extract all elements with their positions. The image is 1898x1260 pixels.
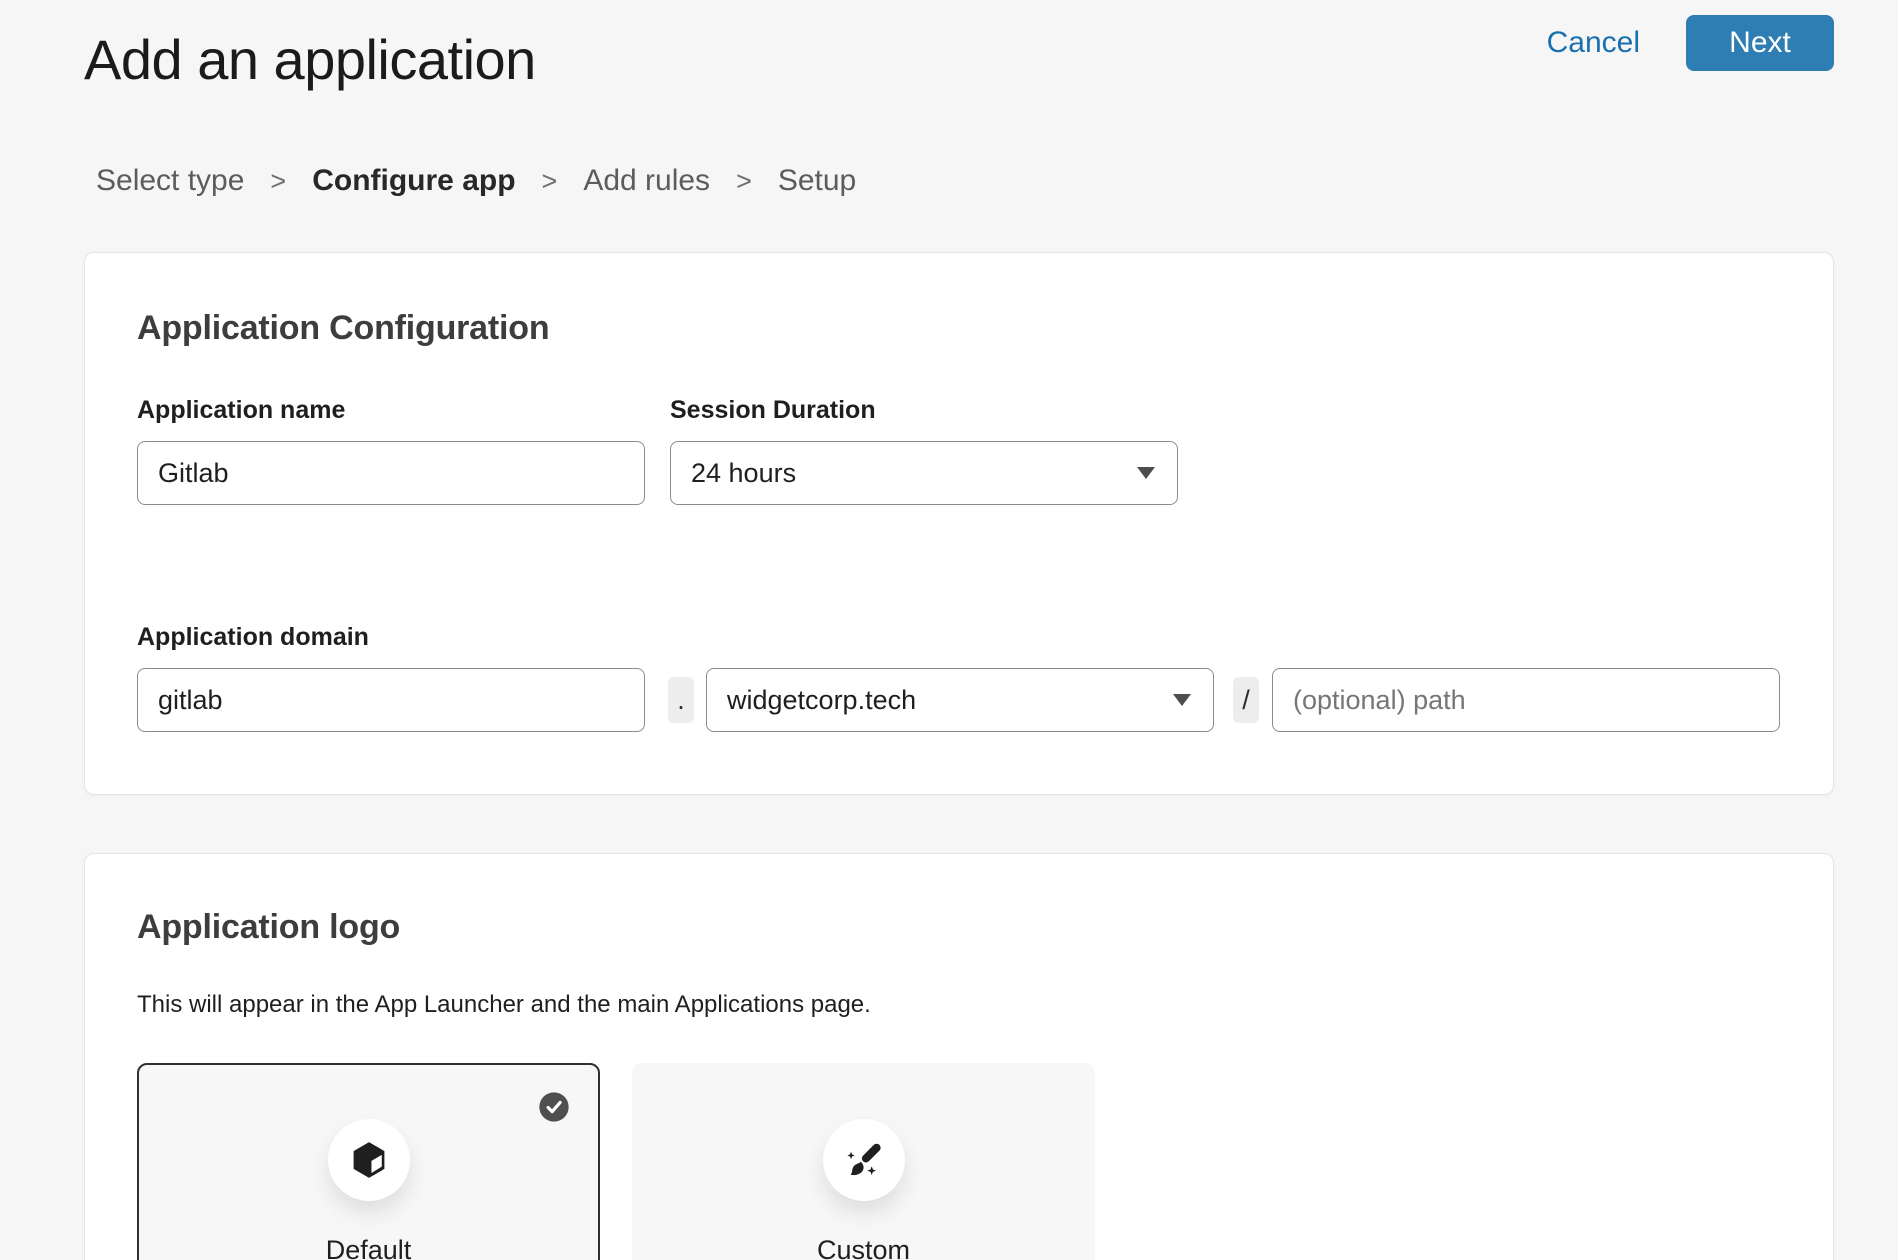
name-session-row: Application name Session Duration 24 hou… [137, 396, 1781, 505]
session-duration-select[interactable]: 24 hours [670, 441, 1178, 505]
chevron-down-icon [1173, 694, 1191, 706]
logo-option-custom[interactable]: Custom [632, 1063, 1095, 1260]
selected-check-icon [538, 1091, 570, 1123]
breadcrumb-separator: > [542, 166, 558, 197]
cube-icon [348, 1139, 390, 1181]
subdomain-input[interactable] [137, 668, 645, 732]
next-button[interactable]: Next [1686, 15, 1834, 71]
dot-separator: . [668, 677, 694, 723]
application-logo-card: Application logo This will appear in the… [84, 853, 1834, 1260]
logo-option-label: Custom [817, 1235, 910, 1260]
session-duration-label: Session Duration [670, 396, 1178, 425]
paintbrush-icon [843, 1139, 885, 1181]
application-name-field: Application name [137, 396, 645, 505]
breadcrumb-step-add-rules[interactable]: Add rules [583, 164, 710, 198]
header-actions: Cancel Next [1547, 15, 1834, 71]
breadcrumb-separator: > [736, 166, 752, 197]
breadcrumb-step-select-type[interactable]: Select type [96, 164, 244, 198]
slash-separator: / [1233, 677, 1259, 723]
logo-options-row: Default Custom [137, 1063, 1781, 1260]
breadcrumb-step-configure-app[interactable]: Configure app [312, 164, 515, 198]
domain-select-value: widgetcorp.tech [727, 685, 916, 716]
logo-option-default[interactable]: Default [137, 1063, 600, 1260]
application-domain-label: Application domain [137, 623, 1781, 652]
application-configuration-heading: Application Configuration [137, 309, 1781, 348]
cancel-button[interactable]: Cancel [1547, 15, 1640, 71]
custom-logo-circle [823, 1119, 905, 1201]
application-logo-description: This will appear in the App Launcher and… [137, 991, 1781, 1019]
application-name-input[interactable] [137, 441, 645, 505]
application-logo-heading: Application logo [137, 908, 1781, 947]
application-domain-row: . widgetcorp.tech / [137, 668, 1781, 732]
logo-option-label: Default [326, 1235, 412, 1260]
add-application-page: Add an application Cancel Next Select ty… [0, 0, 1898, 1260]
session-duration-value: 24 hours [691, 458, 796, 489]
application-configuration-card: Application Configuration Application na… [84, 252, 1834, 795]
breadcrumb-step-setup[interactable]: Setup [778, 164, 856, 198]
session-duration-field: Session Duration 24 hours [670, 396, 1178, 505]
breadcrumb: Select type > Configure app > Add rules … [96, 164, 1898, 198]
application-name-label: Application name [137, 396, 645, 425]
page-header: Add an application Cancel Next [0, 0, 1898, 92]
default-logo-circle [328, 1119, 410, 1201]
domain-select[interactable]: widgetcorp.tech [706, 668, 1214, 732]
page-title: Add an application [84, 28, 536, 92]
chevron-down-icon [1137, 467, 1155, 479]
path-input[interactable] [1272, 668, 1780, 732]
breadcrumb-separator: > [270, 166, 286, 197]
